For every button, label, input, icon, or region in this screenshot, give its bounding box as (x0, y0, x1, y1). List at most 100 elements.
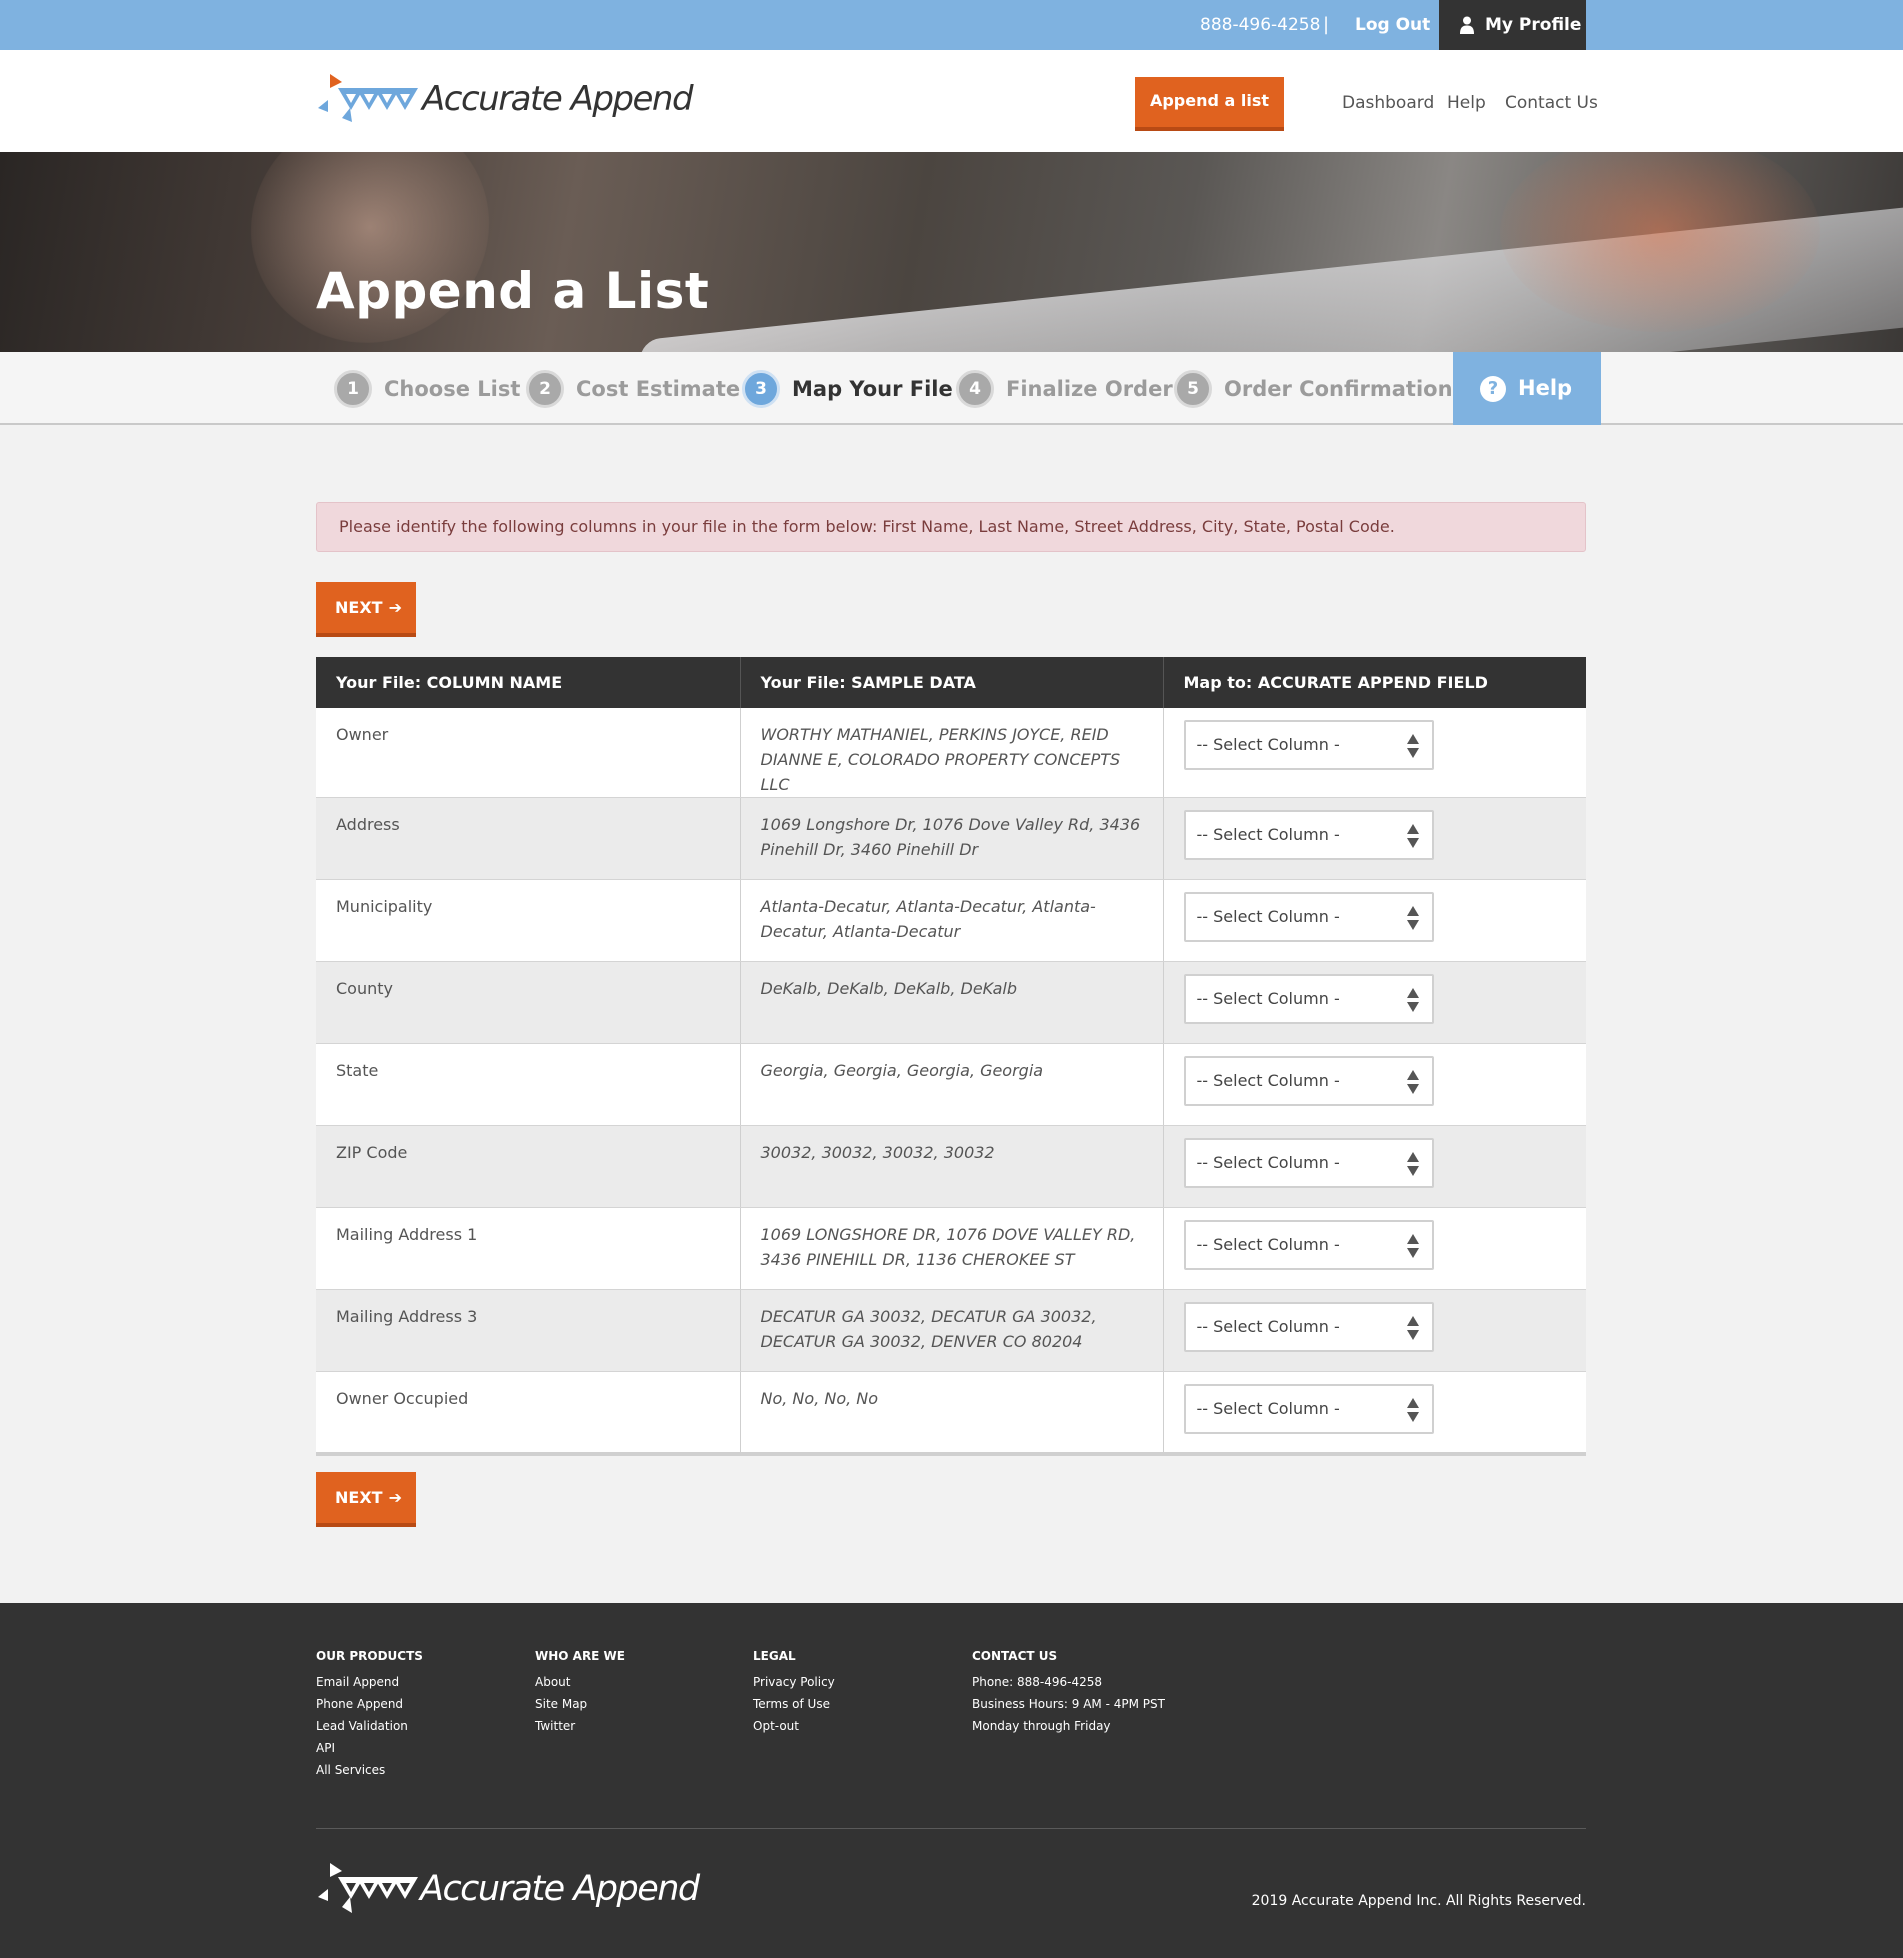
site-footer: OUR PRODUCTS Email Append Phone Append L… (0, 1603, 1903, 1958)
step-order-confirmation[interactable]: 5 Order Confirmation (1174, 370, 1453, 408)
footer-link-about[interactable]: About (535, 1671, 625, 1693)
table-row: Mailing Address 1 1069 LONGSHORE DR, 1076… (316, 1207, 1586, 1290)
select-arrows-icon (1406, 1316, 1419, 1340)
site-header: Accurate Append Append a list Dashboard … (0, 50, 1903, 152)
footer-link-api[interactable]: API (316, 1737, 423, 1759)
nav-contact-us[interactable]: Contact Us (1505, 93, 1598, 113)
footer-link-all-services[interactable]: All Services (316, 1759, 423, 1781)
user-icon (1460, 16, 1474, 34)
column-name-cell: ZIP Code (316, 1125, 741, 1208)
column-name-cell: Mailing Address 3 (316, 1289, 741, 1372)
select-value: -- Select Column - (1196, 825, 1340, 844)
table-row: County DeKalb, DeKalb, DeKalb, DeKalb -- S… (316, 961, 1586, 1044)
map-field-cell: -- Select Column - (1163, 797, 1586, 880)
sample-data-cell: Atlanta-Decatur, Atlanta-Decatur, Atlant… (740, 879, 1164, 962)
header-map-to-field: Map to: ACCURATE APPEND FIELD (1163, 657, 1586, 708)
select-value: -- Select Column - (1196, 907, 1340, 926)
select-column-dropdown[interactable]: -- Select Column - (1183, 1302, 1434, 1352)
footer-logo[interactable]: Accurate Append (316, 1861, 700, 1931)
footer-logo-mark-icon (318, 1863, 418, 1913)
select-value: -- Select Column - (1196, 989, 1340, 1008)
step-number: 4 (956, 370, 994, 408)
page-title: Append a List (316, 262, 710, 320)
map-field-cell: -- Select Column - (1163, 1207, 1586, 1290)
phone-number[interactable]: 888-496-4258 (1200, 0, 1320, 50)
footer-logo-text: Accurate Append (420, 1869, 700, 1909)
column-mapping-table: Your File: COLUMN NAME Your File: SAMPLE… (316, 657, 1586, 1456)
footer-contact-days: Monday through Friday (972, 1719, 1111, 1733)
help-tab[interactable]: ? Help (1453, 352, 1601, 425)
step-choose-list[interactable]: 1 Choose List (334, 370, 520, 408)
table-row: Owner Occupied No, No, No, No -- Select Co… (316, 1371, 1586, 1456)
append-a-list-button[interactable]: Append a list (1135, 77, 1284, 131)
step-cost-estimate[interactable]: 2 Cost Estimate (526, 370, 740, 408)
sample-data-cell: 1069 Longshore Dr, 1076 Dove Valley Rd, … (740, 797, 1164, 880)
logo-mark-icon (318, 74, 418, 122)
select-arrows-icon (1406, 1234, 1419, 1258)
next-label: NEXT (335, 598, 383, 617)
step-label: Choose List (384, 377, 521, 401)
select-column-dropdown[interactable]: -- Select Column - (1183, 892, 1434, 942)
next-button-top[interactable]: NEXT ➔ (316, 582, 416, 637)
sample-data-cell: DeKalb, DeKalb, DeKalb, DeKalb (740, 961, 1164, 1044)
footer-contact-phone: Phone: 888-496-4258 (972, 1675, 1103, 1689)
question-icon: ? (1480, 376, 1506, 402)
footer-link-site-map[interactable]: Site Map (535, 1693, 625, 1715)
step-number: 5 (1174, 370, 1212, 408)
map-field-cell: -- Select Column - (1163, 708, 1586, 798)
footer-heading: LEGAL (753, 1649, 796, 1663)
my-profile-label: My Profile (1485, 15, 1582, 35)
step-label: Order Confirmation (1224, 377, 1453, 401)
nav-help[interactable]: Help (1447, 93, 1486, 113)
footer-heading: WHO ARE WE (535, 1649, 625, 1663)
table-row: Owner WORTHY MATHANIEL, PERKINS JOYCE, RE… (316, 708, 1586, 798)
table-row: State Georgia, Georgia, Georgia, Georgia -… (316, 1043, 1586, 1126)
select-column-dropdown[interactable]: -- Select Column - (1183, 720, 1434, 770)
map-field-cell: -- Select Column - (1163, 1371, 1586, 1456)
footer-col-products: OUR PRODUCTS Email Append Phone Append L… (316, 1649, 423, 1781)
header-column-name: Your File: COLUMN NAME (316, 657, 741, 708)
footer-contact-hours: Business Hours: 9 AM - 4PM PST (972, 1697, 1165, 1711)
footer-heading: CONTACT US (972, 1649, 1058, 1663)
footer-link-terms-of-use[interactable]: Terms of Use (753, 1693, 835, 1715)
footer-link-twitter[interactable]: Twitter (535, 1715, 625, 1737)
accurate-append-logo[interactable]: Accurate Append (316, 70, 694, 136)
table-header-row: Your File: COLUMN NAME Your File: SAMPLE… (316, 657, 1586, 708)
select-column-dropdown[interactable]: -- Select Column - (1183, 1056, 1434, 1106)
footer-link-phone-append[interactable]: Phone Append (316, 1693, 423, 1715)
select-column-dropdown[interactable]: -- Select Column - (1183, 974, 1434, 1024)
step-number: 3 (742, 370, 780, 408)
step-map-your-file[interactable]: 3 Map Your File (742, 370, 953, 408)
sample-data-cell: WORTHY MATHANIEL, PERKINS JOYCE, REID DI… (740, 708, 1164, 798)
column-name-cell: County (316, 961, 741, 1044)
footer-link-lead-validation[interactable]: Lead Validation (316, 1715, 423, 1737)
footer-link-email-append[interactable]: Email Append (316, 1671, 423, 1693)
map-field-cell: -- Select Column - (1163, 1125, 1586, 1208)
table-row: Address 1069 Longshore Dr, 1076 Dove Vall… (316, 797, 1586, 880)
sample-data-cell: 30032, 30032, 30032, 30032 (740, 1125, 1164, 1208)
select-arrows-icon (1406, 734, 1419, 758)
table-row: ZIP Code 30032, 30032, 30032, 30032 -- Sel… (316, 1125, 1586, 1208)
select-column-dropdown[interactable]: -- Select Column - (1183, 1138, 1434, 1188)
sample-data-cell: Georgia, Georgia, Georgia, Georgia (740, 1043, 1164, 1126)
logout-link[interactable]: Log Out (1355, 0, 1430, 50)
next-button-bottom[interactable]: NEXT ➔ (316, 1472, 416, 1527)
step-finalize-order[interactable]: 4 Finalize Order (956, 370, 1173, 408)
select-column-dropdown[interactable]: -- Select Column - (1183, 1384, 1434, 1434)
nav-dashboard[interactable]: Dashboard (1342, 93, 1434, 113)
step-label: Cost Estimate (576, 377, 741, 401)
select-arrows-icon (1406, 1398, 1419, 1422)
footer-link-privacy-policy[interactable]: Privacy Policy (753, 1671, 835, 1693)
topbar-separator: | (1323, 14, 1330, 35)
table-row: Municipality Atlanta-Decatur, Atlanta-Dec… (316, 879, 1586, 962)
step-number: 2 (526, 370, 564, 408)
hero-banner: Append a List (0, 152, 1903, 352)
copyright: 2019 Accurate Append Inc. All Rights Res… (1251, 1893, 1586, 1909)
select-column-dropdown[interactable]: -- Select Column - (1183, 1220, 1434, 1270)
select-value: -- Select Column - (1196, 1317, 1340, 1336)
select-column-dropdown[interactable]: -- Select Column - (1183, 810, 1434, 860)
step-number: 1 (334, 370, 372, 408)
footer-link-opt-out[interactable]: Opt-out (753, 1715, 835, 1737)
my-profile-button[interactable]: My Profile (1439, 0, 1586, 50)
select-arrows-icon (1406, 1070, 1419, 1094)
